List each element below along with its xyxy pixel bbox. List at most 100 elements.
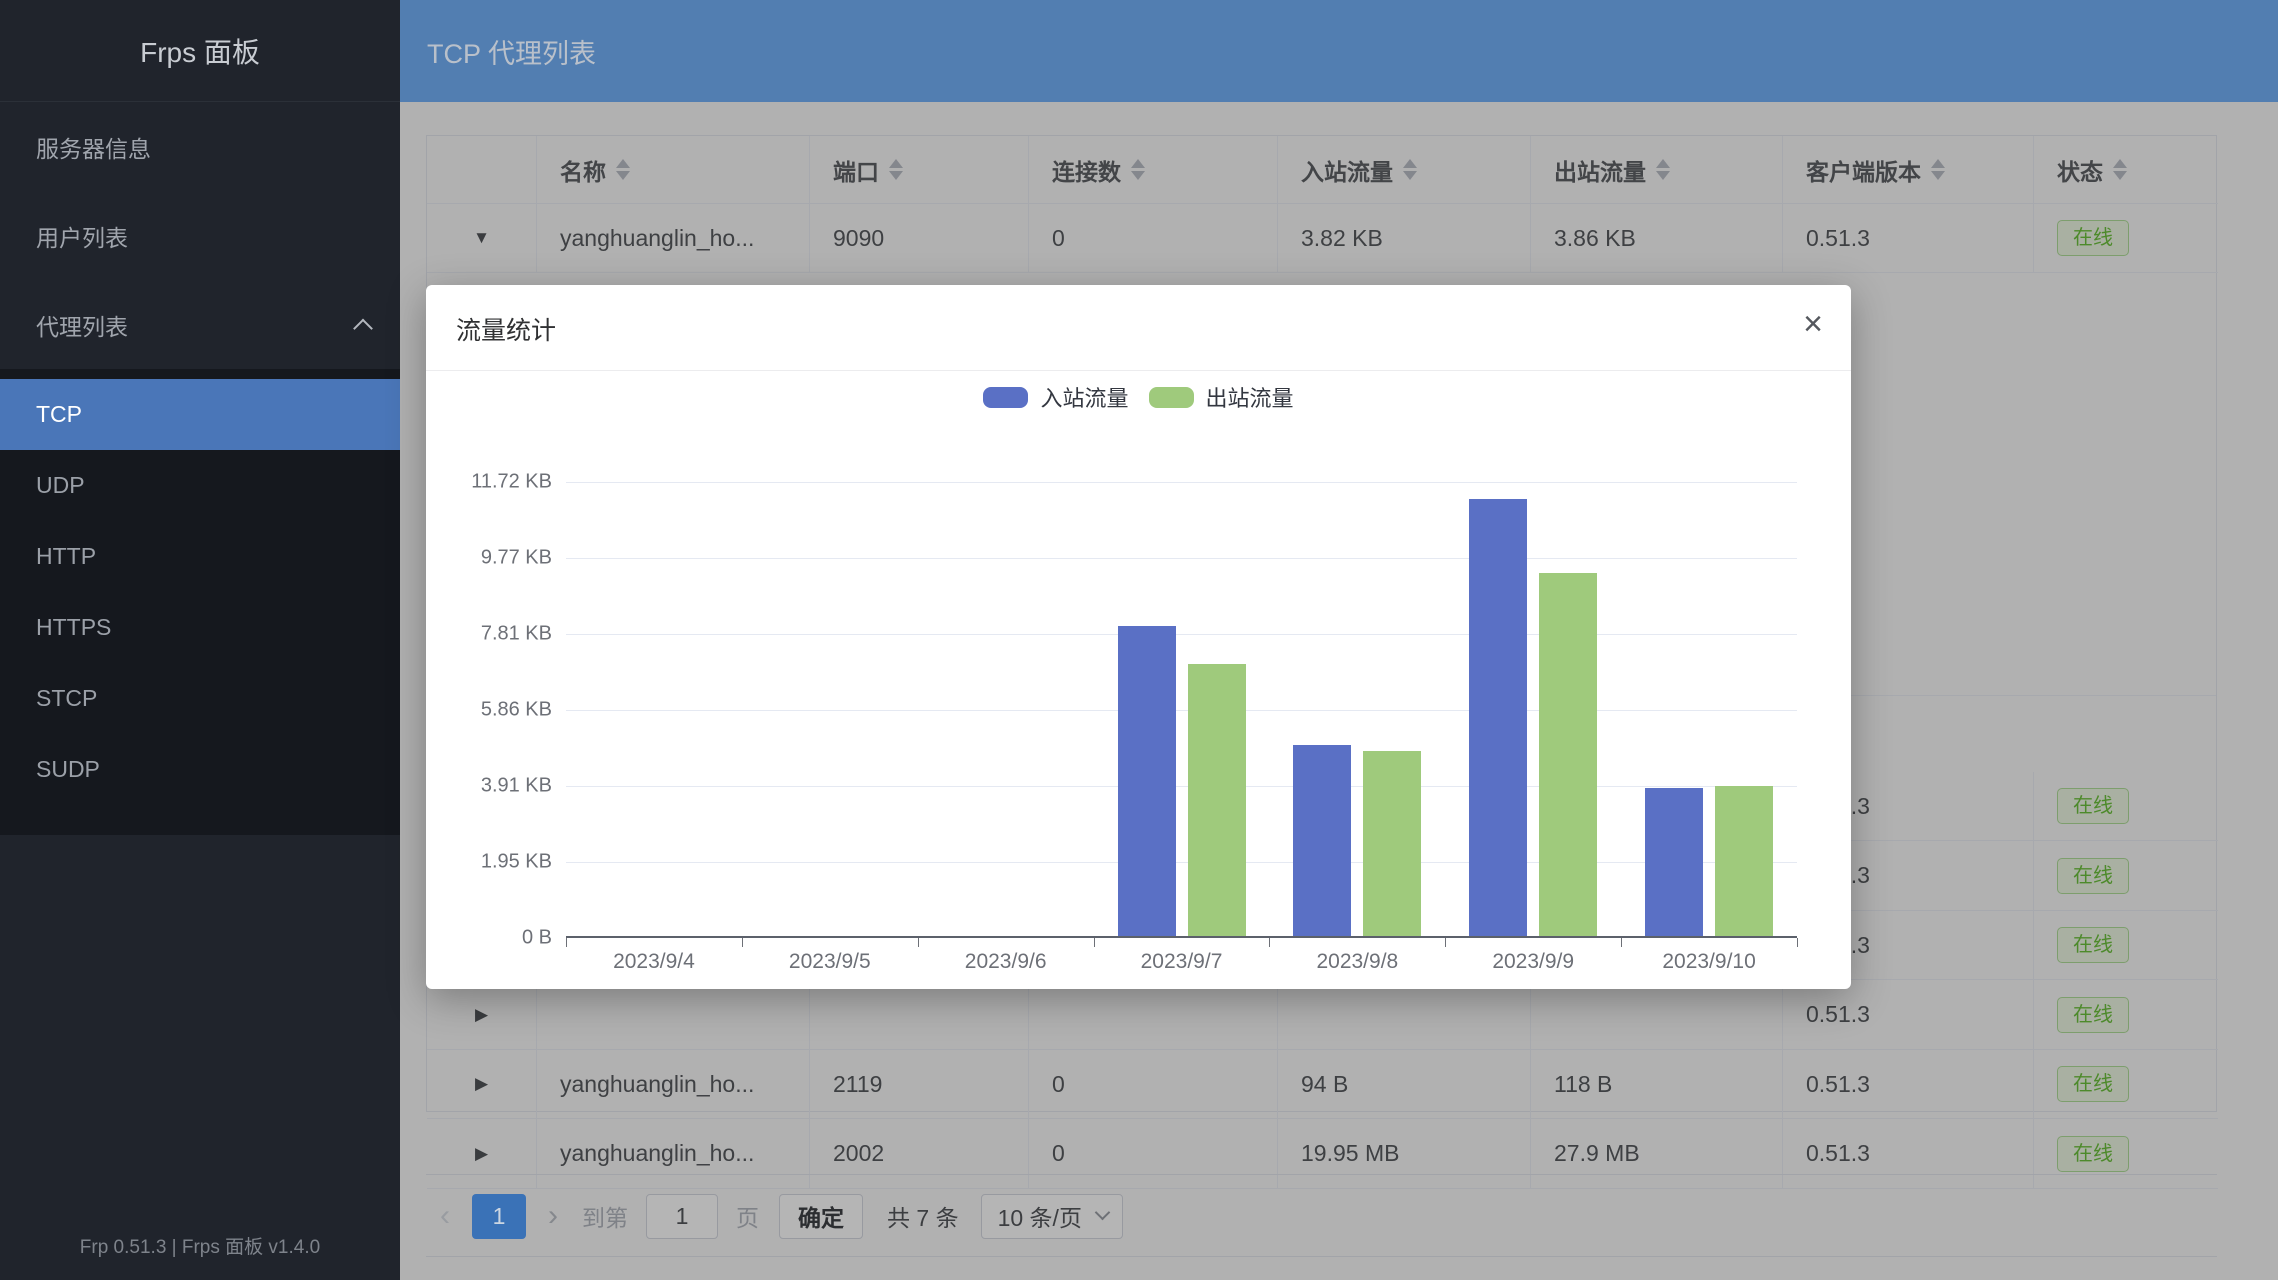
- sort-ascending-icon: [889, 159, 903, 168]
- column-header-traffic-in[interactable]: 入站流量: [1278, 136, 1531, 204]
- row-connections-cell: 0: [1029, 204, 1278, 273]
- sidebar-nav: 服务器信息用户列表代理列表: [0, 102, 400, 369]
- sidebar: Frps 面板 服务器信息用户列表代理列表 TCPUDPHTTPHTTPSSTC…: [0, 0, 400, 1280]
- status-badge: 在线: [2057, 997, 2129, 1033]
- page-size-value: 10 条/页: [998, 1199, 1082, 1233]
- x-axis-tick: [1621, 938, 1622, 947]
- row-client-version-cell: 0.51.3: [1783, 1119, 2034, 1189]
- sort-carets-icon: [1931, 159, 1945, 180]
- divider-line: [426, 1174, 2217, 1175]
- column-header-client-version[interactable]: 客户端版本: [1783, 136, 2034, 204]
- sidebar-item-user-list[interactable]: 用户列表: [0, 191, 400, 280]
- sidebar-subitem-stcp[interactable]: STCP: [0, 663, 400, 734]
- status-badge: 在线: [2057, 858, 2129, 894]
- chevron-up-icon: [353, 318, 373, 338]
- x-axis-tick-label: 2023/9/8: [1269, 950, 1445, 974]
- sidebar-subitem-https[interactable]: HTTPS: [0, 592, 400, 663]
- row-name-cell: yanghuanglin_ho...: [537, 1119, 810, 1189]
- cell-text: yanghuanglin_ho...: [560, 1071, 754, 1098]
- sidebar-subitem-label: HTTPS: [36, 614, 111, 641]
- x-axis-tick-label: 2023/9/7: [1094, 950, 1270, 974]
- row-status-cell: 在线: [2034, 911, 2218, 980]
- column-header-traffic-out[interactable]: 出站流量: [1531, 136, 1783, 204]
- legend-item-outbound[interactable]: 出站流量: [1149, 381, 1294, 413]
- expand-row-icon[interactable]: ▶: [475, 1144, 488, 1164]
- row-connections-cell: [1029, 980, 1278, 1050]
- confirm-button[interactable]: 确定: [779, 1194, 863, 1239]
- x-axis-tick: [1797, 938, 1798, 947]
- bar-inbound: [1469, 499, 1527, 937]
- x-axis-tick: [1094, 938, 1095, 947]
- bar-outbound: [1715, 786, 1773, 936]
- row-client-version-cell: 0.51.3: [1783, 980, 2034, 1050]
- column-header-label: 出站流量: [1554, 153, 1646, 187]
- x-axis-tick-label: 2023/9/5: [742, 950, 918, 974]
- row-expand-cell[interactable]: ▶: [427, 980, 537, 1050]
- legend-label: 出站流量: [1206, 381, 1294, 413]
- row-client-version-cell: 0.51.3: [1783, 1050, 2034, 1119]
- sidebar-subitem-tcp[interactable]: TCP: [0, 379, 400, 450]
- modal-header: 流量统计 ×: [426, 285, 1851, 371]
- sidebar-subitem-sudp[interactable]: SUDP: [0, 734, 400, 805]
- row-status-cell: 在线: [2034, 980, 2218, 1050]
- page-jump-input[interactable]: [646, 1194, 718, 1239]
- next-page-icon[interactable]: ›: [534, 1199, 572, 1233]
- row-expand-cell[interactable]: ▶: [427, 1050, 537, 1119]
- x-axis-tick-label: 2023/9/10: [1621, 950, 1797, 974]
- expand-row-icon[interactable]: ▶: [475, 1005, 488, 1025]
- row-status-cell: 在线: [2034, 841, 2218, 911]
- page-size-select[interactable]: 10 条/页: [981, 1194, 1123, 1239]
- close-icon[interactable]: ×: [1803, 307, 1823, 341]
- gridline: [566, 558, 1797, 559]
- cell-text: 118 B: [1554, 1071, 1612, 1098]
- collapse-row-icon[interactable]: ▼: [473, 228, 490, 248]
- legend-item-inbound[interactable]: 入站流量: [983, 381, 1128, 413]
- sort-carets-icon: [1131, 159, 1145, 180]
- y-axis-tick-label: 11.72 KB: [422, 470, 552, 493]
- row-traffic-out-cell: [1531, 980, 1783, 1050]
- cell-text: 0.51.3: [1806, 1140, 1870, 1167]
- cell-text: 2002: [833, 1140, 884, 1167]
- sort-descending-icon: [889, 171, 903, 180]
- sidebar-subitem-udp[interactable]: UDP: [0, 450, 400, 521]
- status-badge: 在线: [2057, 1136, 2129, 1172]
- row-traffic-out-cell: 3.86 KB: [1531, 204, 1783, 273]
- row-expand-cell[interactable]: ▼: [427, 204, 537, 273]
- sort-ascending-icon: [1931, 159, 1945, 168]
- column-header-status[interactable]: 状态: [2034, 136, 2218, 204]
- x-axis-tick-label: 2023/9/9: [1445, 950, 1621, 974]
- bar-outbound: [1539, 573, 1597, 936]
- row-status-cell: 在线: [2034, 204, 2218, 273]
- page-number-button[interactable]: 1: [472, 1194, 526, 1239]
- sidebar-subitem-label: STCP: [36, 685, 97, 712]
- y-axis-tick-label: 3.91 KB: [422, 774, 552, 797]
- gridline: [566, 710, 1797, 711]
- chart-legend: 入站流量 出站流量: [426, 381, 1851, 413]
- sidebar-subitem-label: HTTP: [36, 543, 96, 570]
- column-header-name[interactable]: 名称: [537, 136, 810, 204]
- jump-suffix-label: 页: [736, 1199, 759, 1233]
- column-header-port[interactable]: 端口: [810, 136, 1029, 204]
- cell-text: 0.51.3: [1806, 1071, 1870, 1098]
- cell-text: yanghuanglin_ho...: [560, 1140, 754, 1167]
- row-expand-cell[interactable]: ▶: [427, 1119, 537, 1189]
- status-badge: 在线: [2057, 220, 2129, 256]
- sort-carets-icon: [616, 159, 630, 180]
- y-axis-tick-label: 1.95 KB: [422, 850, 552, 873]
- prev-page-icon[interactable]: ‹: [426, 1199, 464, 1233]
- x-axis-tick-label: 2023/9/6: [918, 950, 1094, 974]
- expand-row-icon[interactable]: ▶: [475, 1074, 488, 1094]
- sidebar-item-server-info[interactable]: 服务器信息: [0, 102, 400, 191]
- y-axis-tick-label: 9.77 KB: [422, 546, 552, 569]
- column-header-connections[interactable]: 连接数: [1029, 136, 1278, 204]
- sidebar-subitem-http[interactable]: HTTP: [0, 521, 400, 592]
- row-client-version-cell: 0.51.3: [1783, 204, 2034, 273]
- x-axis-tick-label: 2023/9/4: [566, 950, 742, 974]
- cell-text: 3.86 KB: [1554, 225, 1636, 252]
- sort-carets-icon: [2113, 159, 2127, 180]
- sidebar-item-proxy-list[interactable]: 代理列表: [0, 280, 400, 369]
- modal-title: 流量统计: [456, 311, 556, 347]
- row-status-cell: 在线: [2034, 1050, 2218, 1119]
- row-status-cell: 在线: [2034, 1119, 2218, 1189]
- sort-descending-icon: [2113, 171, 2127, 180]
